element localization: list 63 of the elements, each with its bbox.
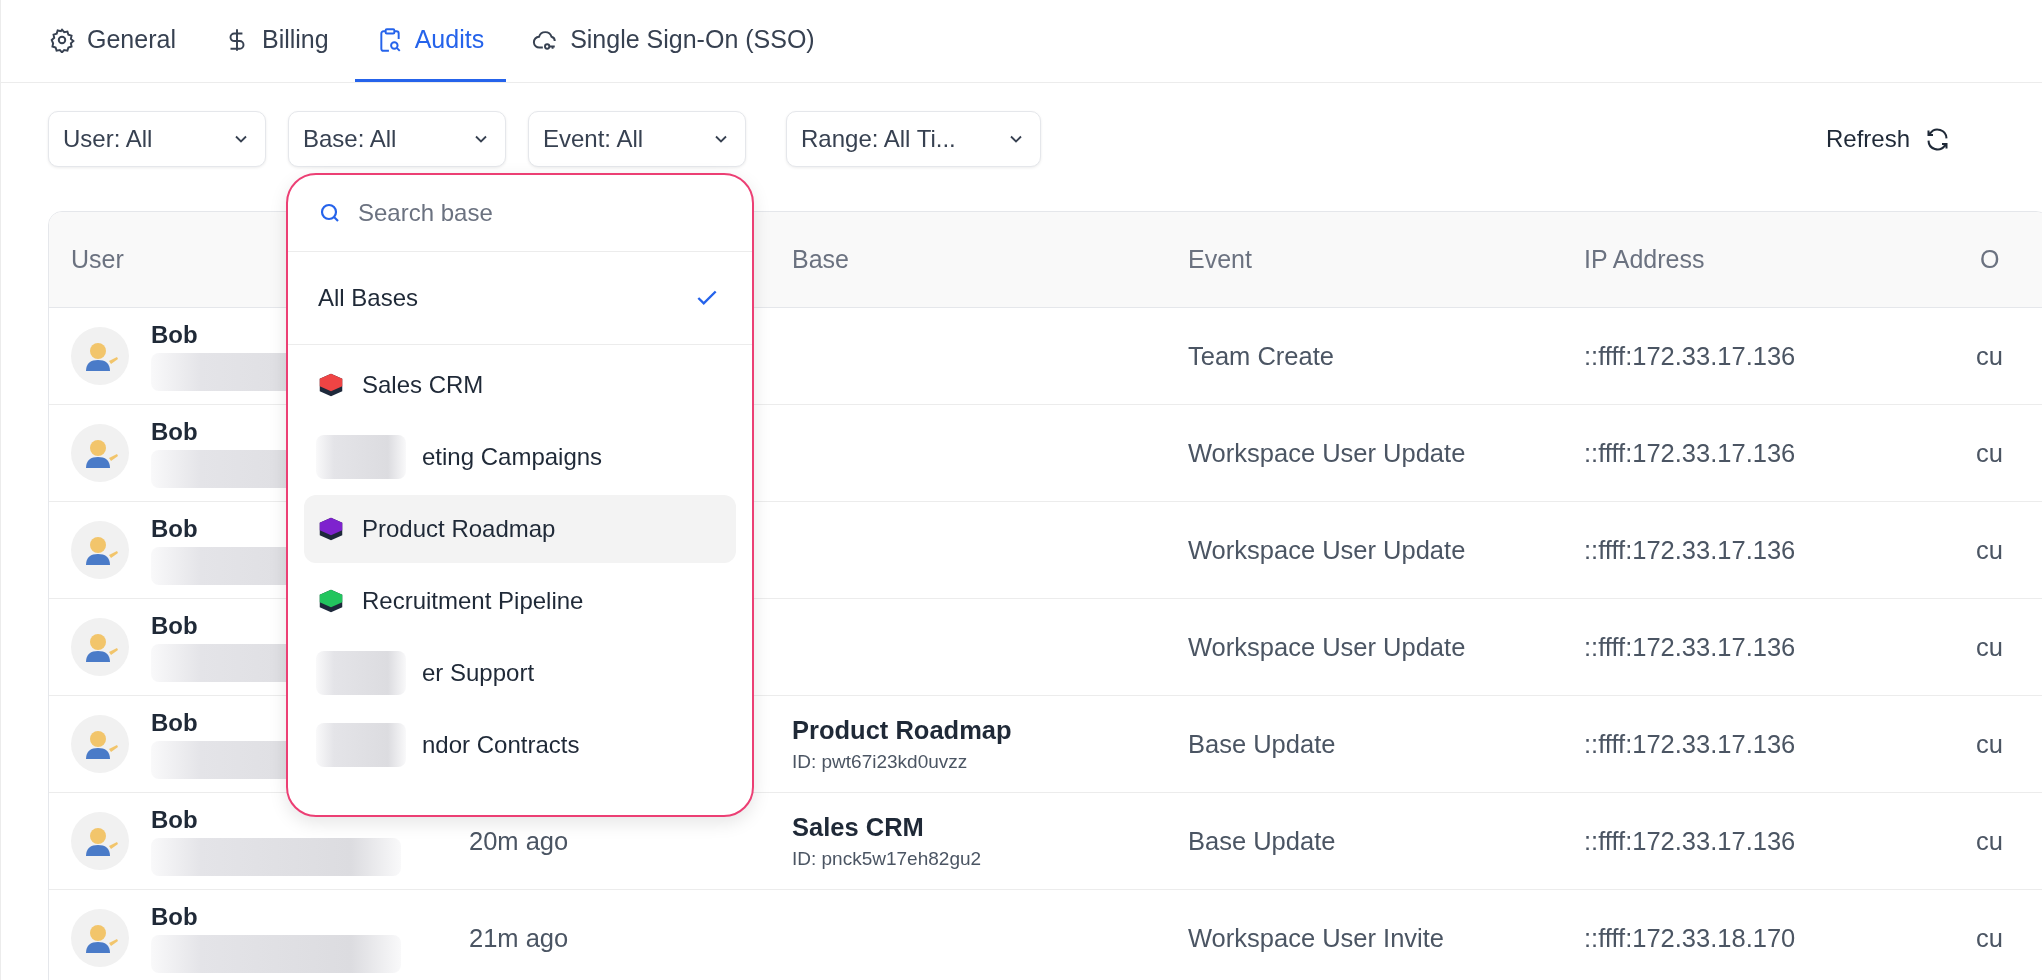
os-cell: cu bbox=[1976, 923, 2003, 953]
menu-item[interactable]: eting Campaigns bbox=[304, 423, 736, 491]
menu-item[interactable]: All Bases bbox=[318, 284, 419, 312]
base-id: ID: pnck5w17eh82gu2 bbox=[792, 847, 982, 870]
menu-item[interactable]: Sales CRM bbox=[304, 351, 736, 419]
avatar-icon bbox=[71, 424, 129, 482]
ip-cell: ::ffff:172.33.17.136 bbox=[1584, 729, 1796, 759]
column-header: User bbox=[71, 245, 124, 274]
user-name: Bob bbox=[151, 418, 199, 446]
user-name: Bob bbox=[151, 903, 199, 931]
filter-dropdown[interactable]: Event: All bbox=[528, 111, 746, 167]
menu-item[interactable]: Product Roadmap bbox=[304, 495, 736, 563]
user-name: Bob bbox=[151, 321, 199, 349]
ip-cell: ::ffff:172.33.17.136 bbox=[1584, 632, 1796, 662]
column-header: O bbox=[1980, 245, 2000, 274]
os-cell: cu bbox=[1976, 729, 2003, 759]
ip-cell: ::ffff:172.33.17.136 bbox=[1584, 341, 1796, 371]
os-cell: cu bbox=[1976, 438, 2003, 468]
base-name: Product Roadmap bbox=[792, 715, 1012, 745]
base-id: ID: pwt67i23kd0uvzz bbox=[792, 750, 968, 773]
menu-item[interactable]: ndor Contracts bbox=[304, 711, 736, 779]
avatar-icon bbox=[71, 812, 129, 870]
time-cell: 20m ago bbox=[469, 826, 569, 856]
column-header: IP Address bbox=[1584, 245, 1705, 274]
event-cell: Base Update bbox=[1188, 729, 1336, 759]
time-cell: 21m ago bbox=[469, 923, 569, 953]
avatar-icon bbox=[71, 909, 129, 967]
filter-dropdown[interactable]: Range: All Ti... bbox=[786, 111, 1041, 167]
filter-dropdown[interactable]: Base: All bbox=[288, 111, 506, 167]
settings-tab[interactable]: Single Sign-On (SSO) bbox=[510, 0, 837, 82]
os-cell: cu bbox=[1976, 341, 2003, 371]
column-header: Event bbox=[1188, 245, 1252, 274]
os-cell: cu bbox=[1976, 632, 2003, 662]
menu-item[interactable]: er Support bbox=[304, 639, 736, 707]
ip-cell: ::ffff:172.33.18.170 bbox=[1584, 923, 1796, 953]
column-header: Base bbox=[792, 245, 849, 274]
settings-icon bbox=[49, 26, 75, 53]
user-name: Bob bbox=[151, 612, 199, 640]
menu-item[interactable]: Recruitment Pipeline bbox=[304, 567, 736, 635]
settings-tab[interactable]: General bbox=[27, 0, 198, 82]
user-name: Bob bbox=[151, 709, 199, 737]
event-cell: Workspace User Update bbox=[1188, 535, 1466, 565]
settings-tab[interactable]: Audits bbox=[354, 0, 507, 82]
os-cell: cu bbox=[1976, 826, 2003, 856]
event-cell: Workspace User Update bbox=[1188, 632, 1466, 662]
avatar-icon bbox=[71, 521, 129, 579]
event-cell: Base Update bbox=[1188, 826, 1336, 856]
refresh-icon bbox=[1924, 125, 1951, 153]
settings-tab[interactable]: Billing bbox=[201, 0, 351, 82]
os-cell: cu bbox=[1976, 535, 2003, 565]
event-cell: Workspace User Update bbox=[1188, 438, 1466, 468]
event-cell: Workspace User Invite bbox=[1188, 923, 1445, 953]
refresh-button[interactable]: Refresh bbox=[1819, 124, 1957, 154]
filter-dropdown[interactable]: User: All bbox=[48, 111, 266, 167]
ip-cell: ::ffff:172.33.17.136 bbox=[1584, 535, 1796, 565]
ip-cell: ::ffff:172.33.17.136 bbox=[1584, 826, 1796, 856]
base-name: Sales CRM bbox=[792, 812, 924, 842]
avatar-icon bbox=[71, 715, 129, 773]
event-cell: Team Create bbox=[1188, 341, 1334, 371]
avatar-icon bbox=[71, 618, 129, 676]
ip-cell: ::ffff:172.33.17.136 bbox=[1584, 438, 1796, 468]
avatar-icon bbox=[71, 327, 129, 385]
user-name: Bob bbox=[151, 806, 199, 834]
